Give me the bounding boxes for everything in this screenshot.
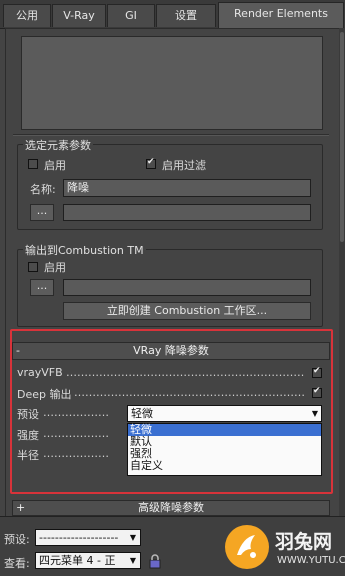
browse-button[interactable]: ...	[30, 204, 54, 221]
chevron-down-icon: ▼	[129, 556, 137, 565]
view-value: 四元菜单 4 - 正	[39, 554, 116, 567]
scrollbar-thumb[interactable]	[340, 32, 344, 242]
bottom-preset-value: --------------------	[39, 531, 119, 544]
chevron-down-icon: ▼	[129, 533, 137, 542]
name-input[interactable]: 降噪	[63, 179, 311, 197]
combustion-enable-checkbox[interactable]	[28, 262, 38, 272]
tab-bar: 公用 V-Ray GI 设置 Render Elements	[0, 0, 345, 29]
enable-label: 启用	[44, 159, 66, 172]
lock-icon[interactable]	[147, 553, 163, 569]
view-label: 查看:	[4, 557, 30, 570]
tab-common[interactable]: 公用	[3, 4, 51, 27]
watermark-brand: 羽兔网	[275, 531, 333, 553]
path-input[interactable]	[63, 204, 311, 221]
tab-render-elements[interactable]: Render Elements	[218, 2, 344, 29]
combustion-title: 输出到Combustion TM	[23, 242, 146, 258]
combustion-enable-label: 启用	[44, 261, 66, 274]
selected-element-params-title: 选定元素参数	[23, 137, 93, 153]
tab-vray[interactable]: V-Ray	[52, 4, 106, 27]
enable-filter-checkbox[interactable]	[146, 157, 156, 169]
name-label: 名称:	[30, 183, 56, 196]
create-combustion-workspace-button[interactable]: 立即创建 Combustion 工作区...	[63, 302, 311, 320]
tab-gi[interactable]: GI	[107, 4, 155, 27]
tab-settings[interactable]: 设置	[156, 4, 216, 27]
bottom-preset-label: 预设:	[4, 533, 30, 546]
enable-filter-label: 启用过滤	[162, 159, 206, 172]
divider	[13, 134, 329, 136]
enable-checkbox[interactable]	[28, 159, 38, 169]
advanced-denoise-title: 高级降噪参数	[138, 501, 204, 514]
red-highlight-box	[10, 329, 333, 494]
watermark: 羽兔网 WWW.YUTU.CN	[225, 523, 345, 573]
view-combo[interactable]: 四元菜单 4 - 正 ▼	[35, 552, 141, 569]
expand-icon: +	[16, 501, 26, 514]
combustion-path-input[interactable]	[63, 279, 311, 296]
combustion-browse-button[interactable]: ...	[30, 279, 54, 296]
bottom-preset-combo[interactable]: -------------------- ▼	[35, 529, 141, 546]
watermark-url: WWW.YUTU.CN	[277, 555, 345, 566]
advanced-denoise-rollout-header[interactable]: + 高级降噪参数	[12, 500, 330, 516]
elements-list[interactable]	[21, 36, 323, 130]
watermark-logo-icon	[225, 525, 269, 569]
